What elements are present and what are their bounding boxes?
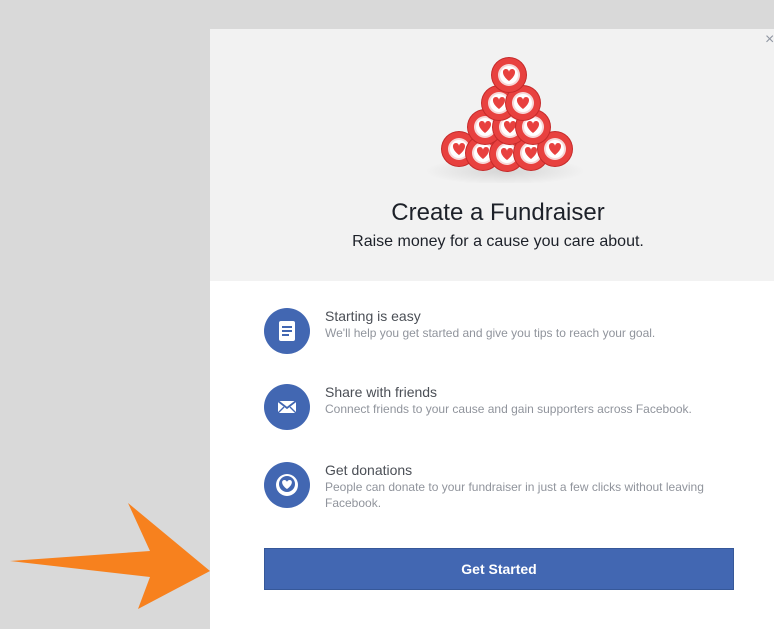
feature-description: Connect friends to your cause and gain s… <box>325 402 692 416</box>
fundraiser-dialog: Create a Fundraiser Raise money for a ca… <box>210 29 774 629</box>
feature-title: Starting is easy <box>325 308 421 324</box>
document-icon <box>264 308 310 354</box>
feature-description: People can donate to your fundraiser in … <box>325 480 704 510</box>
get-started-button[interactable]: Get Started <box>264 548 734 590</box>
heart-coin-icon <box>264 462 310 508</box>
feature-title: Share with friends <box>325 384 438 400</box>
dialog-title: Create a Fundraiser <box>391 199 605 226</box>
dialog-subtitle: Raise money for a cause you care about. <box>352 233 644 250</box>
envelope-icon <box>264 384 310 430</box>
heart-coins-illustration <box>425 57 585 183</box>
feature-description: We'll help you get started and give you … <box>325 326 656 340</box>
dialog-hero: Create a Fundraiser Raise money for a ca… <box>210 29 774 281</box>
arrow-pointer-icon <box>10 503 210 609</box>
close-icon[interactable]: × <box>765 32 774 48</box>
feature-title: Get donations <box>325 462 413 478</box>
